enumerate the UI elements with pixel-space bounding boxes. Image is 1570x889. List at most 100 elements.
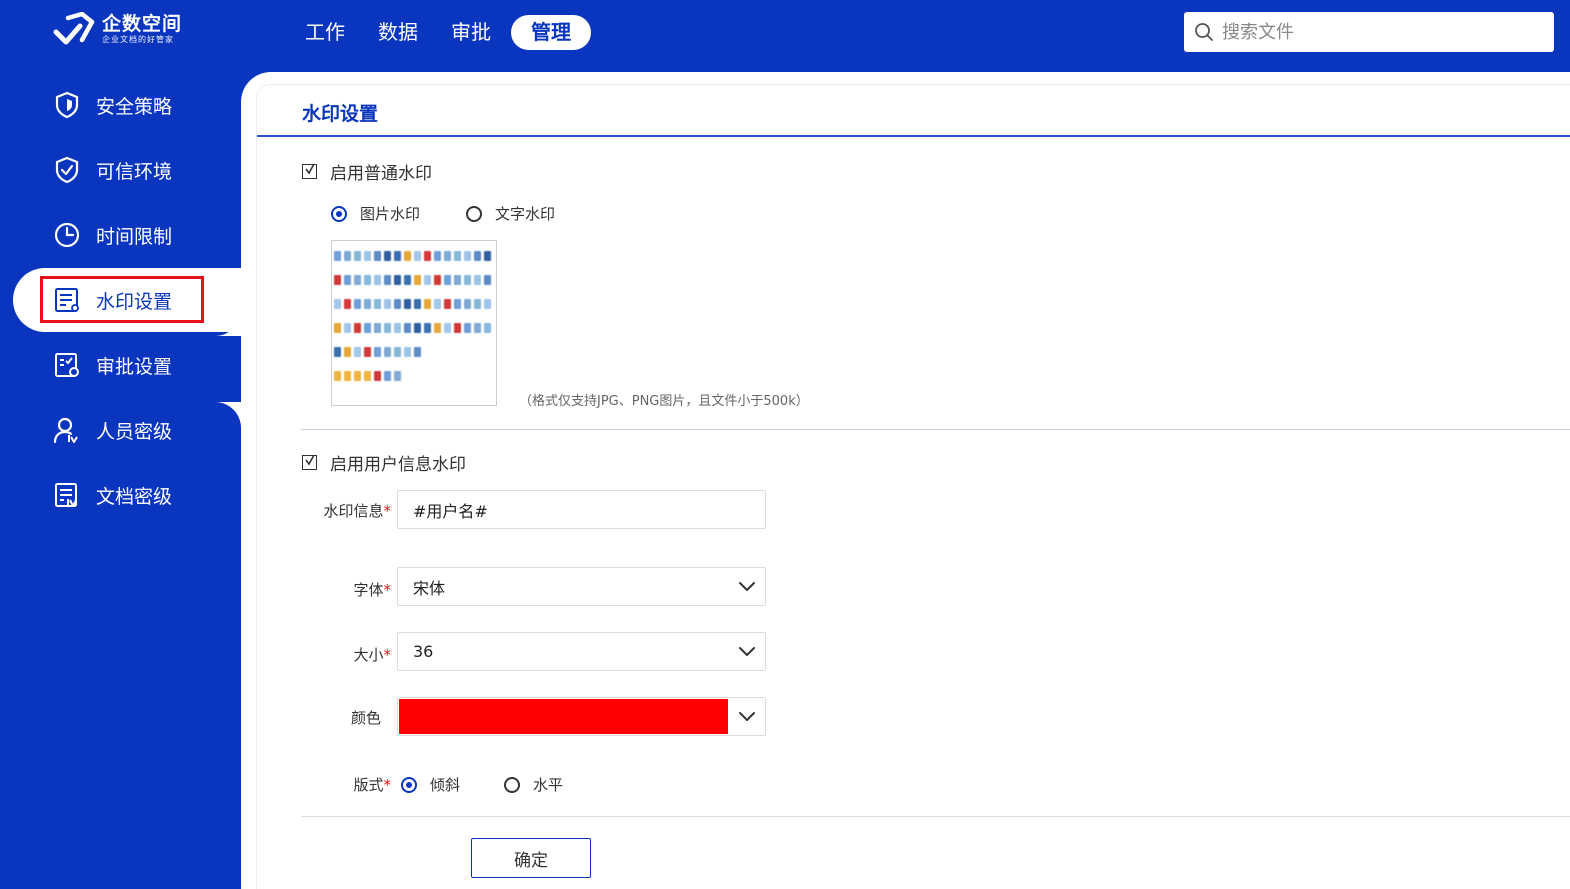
watermark-image-preview[interactable] [331, 240, 497, 406]
watermark-preview-glyph [364, 251, 371, 261]
watermark-preview-glyph [414, 323, 421, 333]
watermark-preview-glyph [354, 299, 361, 309]
sidebar-item-user-level[interactable]: 人员密级 [0, 398, 241, 462]
chevron-down-icon [739, 647, 755, 656]
user-watermark-label: 启用用户信息水印 [330, 455, 466, 475]
normal-watermark-checkbox[interactable] [302, 163, 317, 179]
watermark-preview-glyph [354, 251, 361, 261]
sidebar-item-time-limit[interactable]: 时间限制 [0, 203, 241, 267]
watermark-doc-icon [55, 288, 79, 312]
watermark-preview-glyph [464, 299, 471, 309]
watermark-preview-glyph [424, 323, 431, 333]
radio-dot[interactable] [466, 205, 483, 222]
nav-tab-approval[interactable]: 审批 [438, 15, 504, 50]
color-picker[interactable] [397, 697, 766, 736]
sidebar-item-label: 安全策略 [96, 95, 173, 118]
watermark-preview-glyph [384, 323, 391, 333]
radio-layout-horizontal[interactable]: 水平 [504, 774, 563, 795]
user-watermark-toggle[interactable]: 启用用户信息水印 [302, 450, 466, 475]
logo-title: 企数空间 [102, 13, 183, 35]
watermark-preview-glyph [404, 299, 411, 309]
watermark-preview-glyph [344, 323, 351, 333]
watermark-preview-glyph [444, 323, 451, 333]
watermark-preview-glyph [354, 323, 361, 333]
radio-layout-tilted[interactable]: 倾斜 [401, 774, 460, 795]
size-select-value: 36 [413, 642, 434, 661]
watermark-preview-glyph [364, 347, 371, 357]
checkmark-icon [305, 454, 315, 466]
watermark-preview-glyph [334, 323, 341, 333]
watermark-preview-glyph [334, 347, 341, 357]
font-label: 字体* [353, 581, 391, 599]
doc-level-icon [55, 483, 77, 507]
chevron-down-icon [739, 712, 755, 721]
sidebar-item-doc-level[interactable]: 文档密级 [0, 463, 241, 527]
watermark-preview-row [334, 244, 494, 268]
watermark-preview-glyph [414, 275, 421, 285]
watermark-preview-glyph [374, 275, 381, 285]
sidebar-item-label: 时间限制 [96, 225, 173, 248]
watermark-preview-glyph [354, 347, 361, 357]
nav-tab-work[interactable]: 工作 [292, 15, 358, 50]
sidebar-item-approval-settings[interactable]: 审批设置 [0, 333, 241, 397]
watermark-preview-glyph [344, 371, 351, 381]
layout-radio-group: 倾斜 水平 [401, 774, 563, 795]
user-watermark-checkbox[interactable] [302, 454, 317, 470]
watermark-preview-glyph [394, 323, 401, 333]
user-level-icon [53, 417, 78, 444]
watermark-preview-glyph [484, 299, 491, 309]
search-input[interactable] [1222, 21, 1542, 43]
radio-dot[interactable] [504, 776, 521, 793]
font-select[interactable]: 宋体 [397, 567, 766, 606]
size-select[interactable]: 36 [397, 632, 766, 671]
radio-label: 图片水印 [360, 205, 421, 223]
checkmark-icon [305, 163, 315, 175]
watermark-preview-glyph [484, 251, 491, 261]
sidebar-item-label: 审批设置 [96, 355, 173, 378]
sidebar-item-watermark[interactable]: 水印设置 [13, 268, 241, 332]
search-icon [1195, 23, 1213, 41]
nav-tab-manage[interactable]: 管理 [511, 15, 591, 50]
shield-check-icon [55, 156, 79, 184]
color-label: 颜色 [350, 709, 381, 727]
watermark-preview-glyph [424, 299, 431, 309]
watermark-preview-glyph [344, 275, 351, 285]
watermark-info-label: 水印信息* [323, 502, 391, 520]
normal-watermark-toggle[interactable]: 启用普通水印 [302, 159, 432, 184]
watermark-preview-row [334, 292, 494, 316]
sidebar-item-label: 文档密级 [96, 485, 173, 508]
watermark-preview-glyph [384, 347, 391, 357]
watermark-preview-glyph [444, 275, 451, 285]
watermark-preview-glyph [404, 323, 411, 333]
logo-mark-icon [53, 12, 95, 45]
confirm-button[interactable]: 确定 [471, 838, 591, 878]
watermark-info-value: #用户名# [413, 501, 488, 521]
sidebar-item-security-policy[interactable]: 安全策略 [0, 73, 241, 137]
watermark-preview-glyph [454, 323, 461, 333]
watermark-preview-glyph [334, 251, 341, 261]
watermark-preview-glyph [404, 251, 411, 261]
watermark-preview-glyph [454, 275, 461, 285]
normal-watermark-label: 启用普通水印 [330, 164, 432, 184]
radio-dot-selected[interactable] [331, 205, 347, 222]
search-box[interactable] [1184, 12, 1554, 52]
watermark-preview-glyph [344, 347, 351, 357]
watermark-preview-glyph [384, 251, 391, 261]
watermark-settings-panel: 水印设置 启用普通水印 图片水印 文字水印 （格式仅支持JPG、PNG图片，且文… [256, 84, 1570, 889]
watermark-info-input[interactable]: #用户名# [397, 490, 766, 529]
watermark-preview-glyph [414, 347, 421, 357]
sidebar-item-trusted-env[interactable]: 可信环境 [0, 138, 241, 202]
watermark-preview-glyph [424, 275, 431, 285]
app-logo[interactable]: 企数空间 企业文档的好管家 [52, 12, 182, 46]
radio-image-watermark[interactable]: 图片水印 [331, 203, 420, 224]
footer-divider [301, 816, 1570, 817]
radio-label: 水平 [533, 776, 564, 794]
watermark-preview-glyph [464, 251, 471, 261]
watermark-preview-glyph [454, 251, 461, 261]
watermark-preview-glyph [374, 371, 381, 381]
radio-dot-selected[interactable] [401, 776, 417, 793]
logo-subtitle: 企业文档的好管家 [102, 35, 174, 44]
nav-tab-data[interactable]: 数据 [365, 15, 431, 50]
color-swatch[interactable] [399, 699, 728, 734]
radio-text-watermark[interactable]: 文字水印 [466, 203, 555, 224]
